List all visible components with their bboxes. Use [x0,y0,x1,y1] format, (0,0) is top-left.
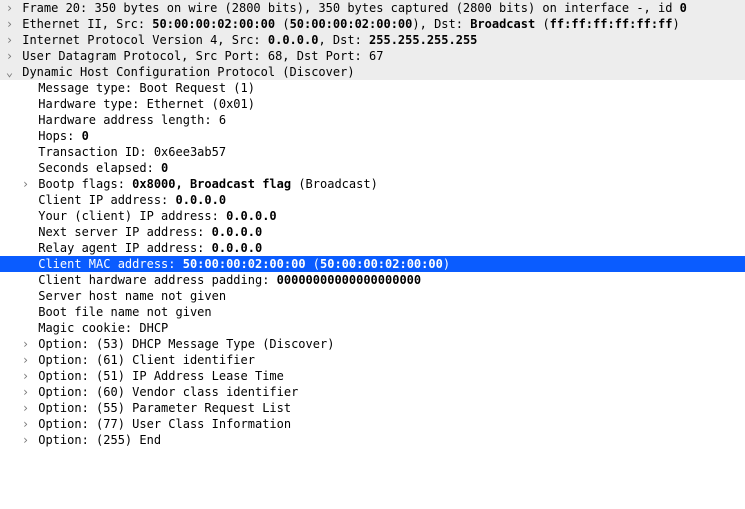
chevron-right-icon[interactable]: › [20,368,31,384]
field-row[interactable]: Boot file name not given [0,304,745,320]
field-row[interactable]: › Option: (51) IP Address Lease Time [0,368,745,384]
spacer [20,304,31,320]
field-row[interactable]: Magic cookie: DHCP [0,320,745,336]
spacer [20,80,31,96]
chevron-right-icon[interactable]: › [20,336,31,352]
field-row[interactable]: Your (client) IP address: 0.0.0.0 [0,208,745,224]
protocol-layer-row[interactable]: ⌄ Dynamic Host Configuration Protocol (D… [0,64,745,80]
field-row[interactable]: Client hardware address padding: 0000000… [0,272,745,288]
field-text: Client IP address: 0.0.0.0 [31,193,226,207]
protocol-layer-text: Dynamic Host Configuration Protocol (Dis… [15,65,355,79]
field-text: Relay agent IP address: 0.0.0.0 [31,241,262,255]
spacer [20,272,31,288]
protocol-layer-row[interactable]: › Internet Protocol Version 4, Src: 0.0.… [0,32,745,48]
field-text: Boot file name not given [31,305,212,319]
spacer [20,112,31,128]
spacer [20,128,31,144]
protocol-layer-text: Ethernet II, Src: 50:00:00:02:00:00 (50:… [15,17,680,31]
chevron-right-icon[interactable]: › [20,176,31,192]
field-text: Client MAC address: 50:00:00:02:00:00 (5… [31,257,450,271]
chevron-right-icon[interactable]: › [4,16,15,32]
field-text: Magic cookie: DHCP [31,321,168,335]
field-row[interactable]: Client IP address: 0.0.0.0 [0,192,745,208]
chevron-right-icon[interactable]: › [4,0,15,16]
field-row[interactable]: › Option: (61) Client identifier [0,352,745,368]
field-text: Option: (77) User Class Information [31,417,291,431]
chevron-right-icon[interactable]: › [20,400,31,416]
chevron-right-icon[interactable]: › [20,432,31,448]
field-row[interactable]: Server host name not given [0,288,745,304]
field-text: Bootp flags: 0x8000, Broadcast flag (Bro… [31,177,378,191]
field-row[interactable]: Hardware address length: 6 [0,112,745,128]
chevron-right-icon[interactable]: › [4,48,15,64]
chevron-right-icon[interactable]: › [20,416,31,432]
selected-field-row[interactable]: Client MAC address: 50:00:00:02:00:00 (5… [0,256,745,272]
chevron-right-icon[interactable]: › [20,352,31,368]
spacer [20,160,31,176]
field-row[interactable]: Message type: Boot Request (1) [0,80,745,96]
spacer [20,320,31,336]
field-row[interactable]: › Option: (77) User Class Information [0,416,745,432]
spacer [20,240,31,256]
protocol-layer-row[interactable]: › Ethernet II, Src: 50:00:00:02:00:00 (5… [0,16,745,32]
field-text: Seconds elapsed: 0 [31,161,168,175]
field-text: Hops: 0 [31,129,89,143]
field-text: Message type: Boot Request (1) [31,81,255,95]
field-row[interactable]: › Bootp flags: 0x8000, Broadcast flag (B… [0,176,745,192]
field-text: Client hardware address padding: 0000000… [31,273,421,287]
spacer [20,288,31,304]
spacer [20,192,31,208]
chevron-right-icon[interactable]: › [4,32,15,48]
chevron-right-icon[interactable]: › [20,384,31,400]
field-row[interactable]: Hops: 0 [0,128,745,144]
spacer [20,224,31,240]
protocol-layer-row[interactable]: › User Datagram Protocol, Src Port: 68, … [0,48,745,64]
field-row[interactable]: Next server IP address: 0.0.0.0 [0,224,745,240]
packet-details-pane[interactable]: › Frame 20: 350 bytes on wire (2800 bits… [0,0,745,448]
field-text: Option: (55) Parameter Request List [31,401,291,415]
field-text: Option: (53) DHCP Message Type (Discover… [31,337,334,351]
chevron-down-icon[interactable]: ⌄ [4,64,15,80]
field-text: Option: (255) End [31,433,161,447]
protocol-layer-text: Frame 20: 350 bytes on wire (2800 bits),… [15,1,687,15]
spacer [20,144,31,160]
spacer [20,208,31,224]
field-text: Hardware type: Ethernet (0x01) [31,97,255,111]
field-row[interactable]: › Option: (255) End [0,432,745,448]
field-row[interactable]: › Option: (53) DHCP Message Type (Discov… [0,336,745,352]
spacer [20,256,31,272]
field-row[interactable]: Seconds elapsed: 0 [0,160,745,176]
field-text: Transaction ID: 0x6ee3ab57 [31,145,226,159]
protocol-layer-row[interactable]: › Frame 20: 350 bytes on wire (2800 bits… [0,0,745,16]
protocol-layer-text: User Datagram Protocol, Src Port: 68, Ds… [15,49,383,63]
field-text: Option: (61) Client identifier [31,353,255,367]
spacer [20,96,31,112]
field-row[interactable]: Transaction ID: 0x6ee3ab57 [0,144,745,160]
field-text: Your (client) IP address: 0.0.0.0 [31,209,277,223]
field-row[interactable]: › Option: (55) Parameter Request List [0,400,745,416]
field-row[interactable]: › Option: (60) Vendor class identifier [0,384,745,400]
field-text: Option: (51) IP Address Lease Time [31,369,284,383]
field-row[interactable]: Relay agent IP address: 0.0.0.0 [0,240,745,256]
field-row[interactable]: Hardware type: Ethernet (0x01) [0,96,745,112]
field-text: Hardware address length: 6 [31,113,226,127]
field-text: Next server IP address: 0.0.0.0 [31,225,262,239]
protocol-layer-text: Internet Protocol Version 4, Src: 0.0.0.… [15,33,477,47]
field-text: Option: (60) Vendor class identifier [31,385,298,399]
field-text: Server host name not given [31,289,226,303]
